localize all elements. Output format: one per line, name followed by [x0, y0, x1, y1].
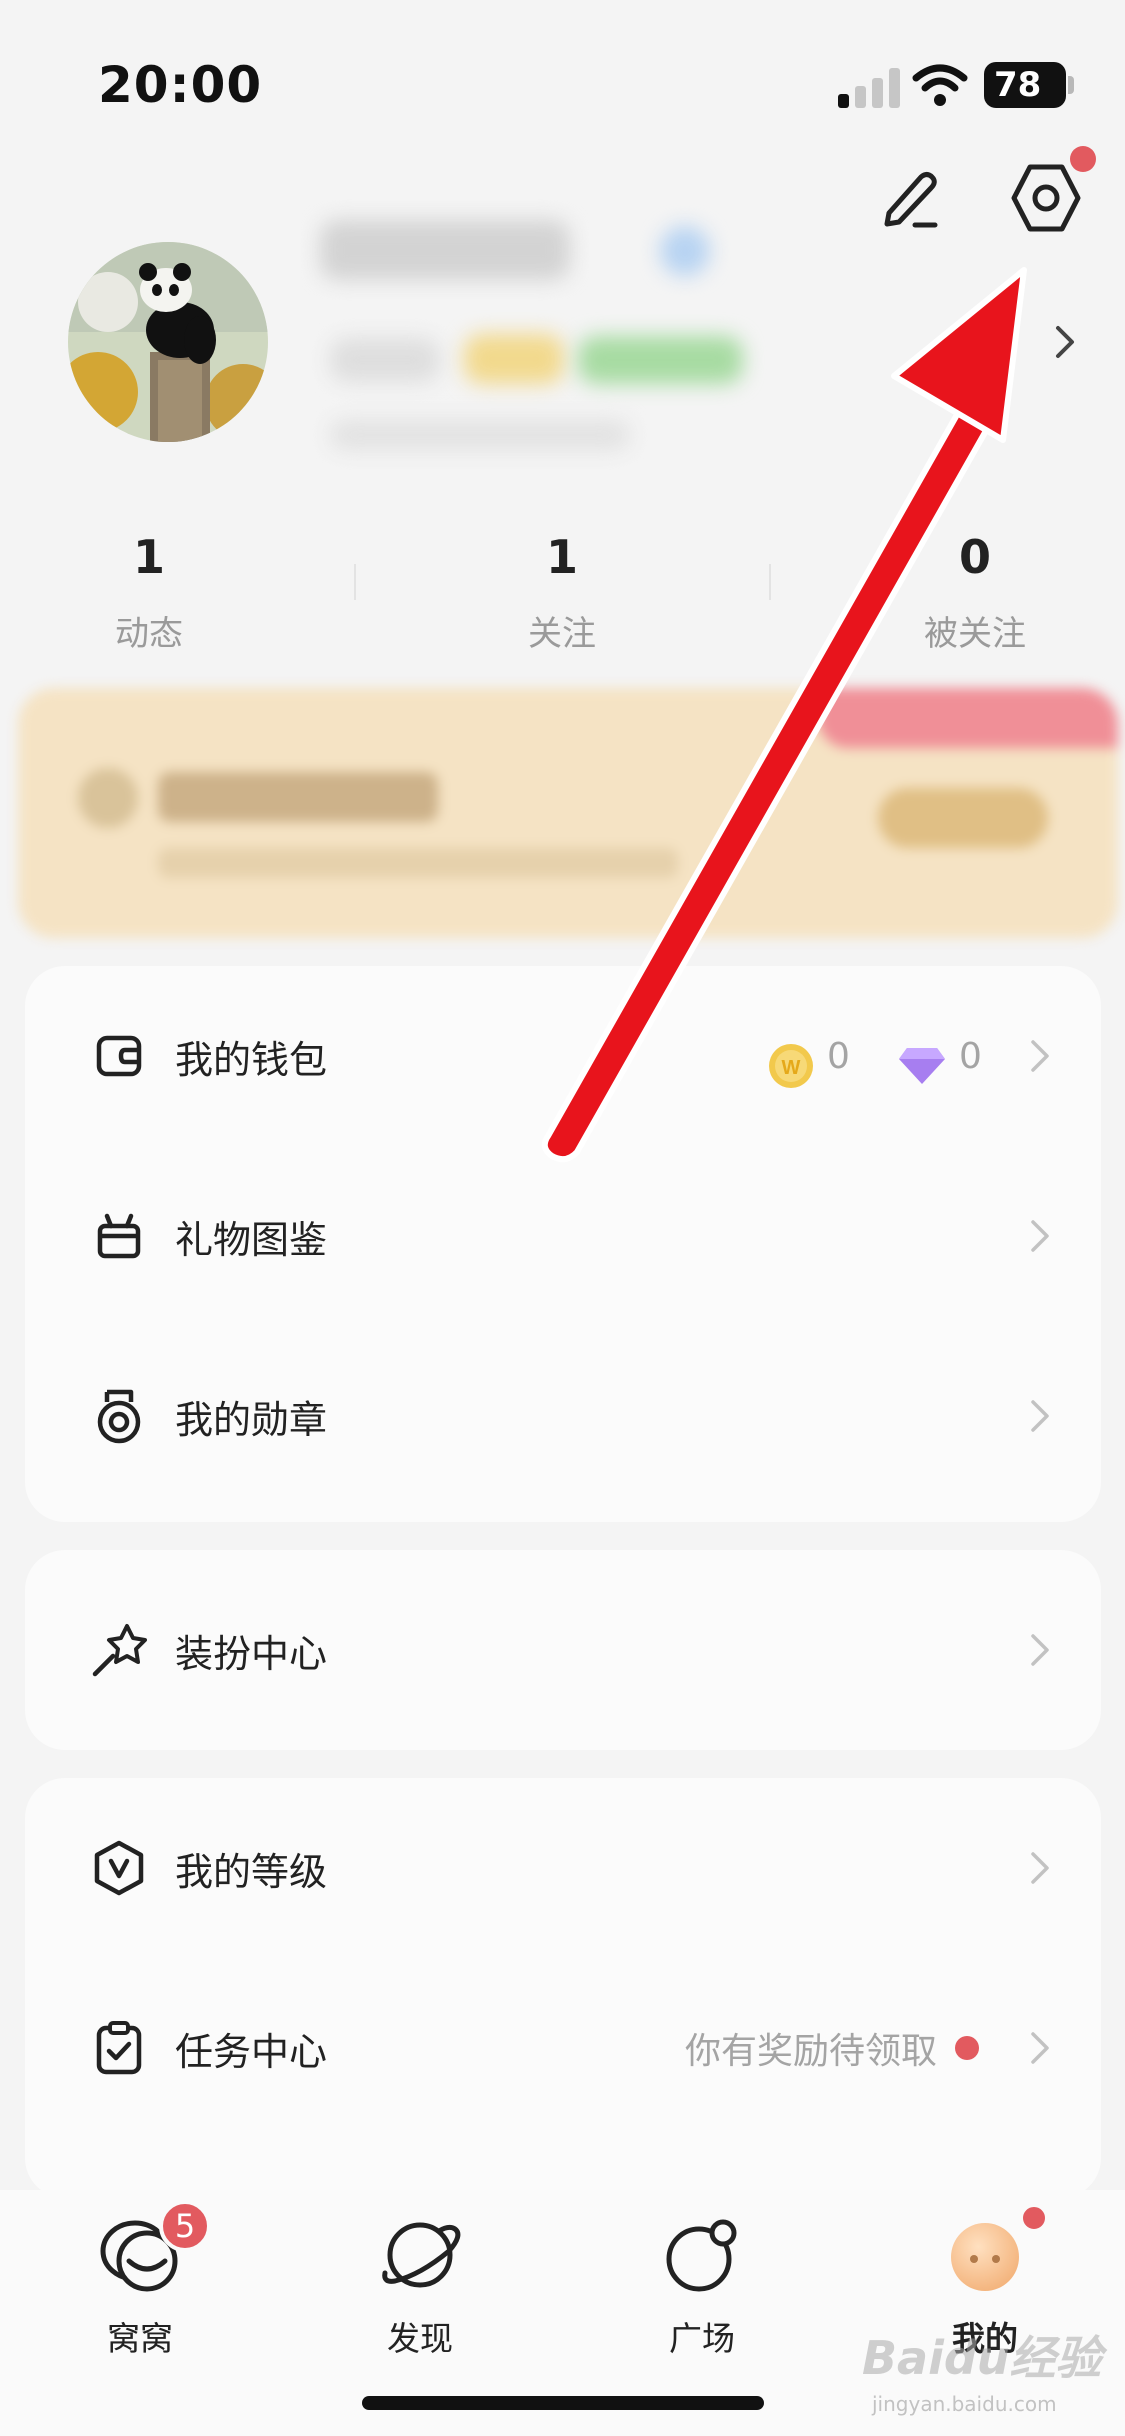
- membership-banner-blurred[interactable]: [18, 688, 1118, 938]
- menu-row-my-level[interactable]: 我的等级: [25, 1778, 1125, 1958]
- wallet-icon: [89, 1026, 149, 1086]
- stat-divider: [769, 564, 771, 600]
- stat-followers[interactable]: 0 被关注: [860, 530, 1090, 655]
- banner-subtitle: [158, 848, 678, 878]
- menu-row-task-center[interactable]: 任务中心 你有奖励待领取: [25, 1958, 1125, 2138]
- tab-label: 发现: [387, 2319, 453, 2358]
- menu-row-dress-up-center[interactable]: 装扮中心: [25, 1560, 1125, 1740]
- battery-tip: [1068, 76, 1074, 94]
- menu-row-label: 任务中心: [175, 2029, 328, 2074]
- profile-chevron-right-icon[interactable]: [1052, 322, 1080, 362]
- chevron-right-icon: [1031, 1220, 1049, 1252]
- tab-label: 广场: [669, 2319, 735, 2358]
- diamond-icon: [899, 1048, 945, 1084]
- menu-row-label: 我的钱包: [175, 1037, 328, 1082]
- menu-row-gift-gallery[interactable]: 礼物图鉴: [25, 1146, 1125, 1326]
- stat-following-value: 1: [545, 530, 578, 584]
- verified-badge-blurred: [660, 226, 710, 276]
- chevron-right-icon: [1031, 1040, 1049, 1072]
- watermark-logo: Baidu经验: [862, 2331, 1102, 2385]
- stat-posts-value: 1: [132, 530, 165, 584]
- services-card: 我的钱包 W 0 0 礼物图鉴 我的勋章: [25, 966, 1101, 1522]
- svg-text:W: W: [782, 1057, 801, 1079]
- medal-icon: [89, 1386, 149, 1446]
- menu-row-label: 我的勋章: [175, 1397, 328, 1442]
- chevron-right-icon: [1031, 1852, 1049, 1884]
- circle-dot-icon: [657, 2210, 747, 2300]
- tab-square[interactable]: 广场: [612, 2210, 792, 2360]
- wifi-icon: [912, 64, 968, 106]
- gift-icon: [89, 1206, 149, 1266]
- battery-level: 78: [994, 65, 1042, 105]
- coin-balance: 0: [827, 1035, 850, 1077]
- menu-row-medals[interactable]: 我的勋章: [25, 1326, 1125, 1506]
- level-shield-icon: [89, 1838, 149, 1898]
- nest-icon: 5: [95, 2200, 211, 2300]
- status-time: 20:00: [98, 56, 263, 114]
- coin-icon: W: [769, 1044, 813, 1088]
- stat-following-label: 关注: [528, 614, 596, 654]
- banner-action: [878, 788, 1048, 848]
- stat-following[interactable]: 1 关注: [447, 530, 677, 655]
- status-badge-blurred: [578, 336, 743, 384]
- me-notification-dot: [1020, 2204, 1048, 2232]
- settings-notification-dot: [1070, 146, 1096, 172]
- unread-badge: 5: [159, 2200, 211, 2252]
- hexagon-gear-icon: [1011, 164, 1081, 232]
- watermark-url: jingyan.baidu.com: [872, 2392, 1057, 2416]
- stat-posts-label: 动态: [115, 614, 183, 654]
- edit-profile-button[interactable]: [870, 158, 950, 238]
- tab-nest[interactable]: 5 窝窝: [50, 2200, 230, 2360]
- menu-row-label: 礼物图鉴: [175, 1217, 328, 1262]
- cellular-signal-icon: [838, 66, 900, 108]
- avatar[interactable]: [68, 242, 268, 442]
- bio-blurred: [330, 420, 630, 450]
- menu-row-label: 我的等级: [175, 1849, 328, 1894]
- growth-card: 我的等级 任务中心 你有奖励待领取: [25, 1778, 1101, 2198]
- planet-icon: [375, 2210, 465, 2300]
- level-badge-blurred: [464, 334, 564, 384]
- stat-divider: [354, 564, 356, 600]
- profile-face-icon: [940, 2210, 1030, 2300]
- profile-tag-blurred: [330, 338, 440, 382]
- banner-tag: [818, 688, 1118, 748]
- settings-button[interactable]: [1006, 158, 1086, 238]
- reward-hint: 你有奖励待领取: [685, 2031, 938, 2072]
- panda-avatar-image: [68, 242, 268, 442]
- menu-row-wallet[interactable]: 我的钱包 W 0 0: [25, 966, 1125, 1146]
- wand-icon: [89, 1620, 149, 1680]
- chevron-right-icon: [1031, 1400, 1049, 1432]
- reward-notification-dot: [955, 2036, 979, 2060]
- home-indicator[interactable]: [362, 2396, 764, 2410]
- menu-row-label: 装扮中心: [175, 1631, 328, 1676]
- stat-followers-label: 被关注: [924, 614, 1026, 654]
- stat-posts[interactable]: 1 动态: [34, 530, 264, 655]
- username-blurred: [320, 220, 570, 280]
- stat-followers-value: 0: [958, 530, 991, 584]
- pencil-icon: [884, 172, 938, 228]
- diamond-balance: 0: [959, 1035, 982, 1077]
- banner-title: [158, 772, 438, 822]
- tab-discover[interactable]: 发现: [330, 2210, 510, 2360]
- chevron-right-icon: [1031, 2032, 1049, 2064]
- clipboard-check-icon: [89, 2018, 149, 2078]
- dress-up-card: 装扮中心: [25, 1550, 1101, 1750]
- tab-label: 窝窝: [107, 2319, 173, 2358]
- battery-indicator: 78: [984, 62, 1066, 108]
- chevron-right-icon: [1031, 1634, 1049, 1666]
- banner-icon: [78, 768, 138, 828]
